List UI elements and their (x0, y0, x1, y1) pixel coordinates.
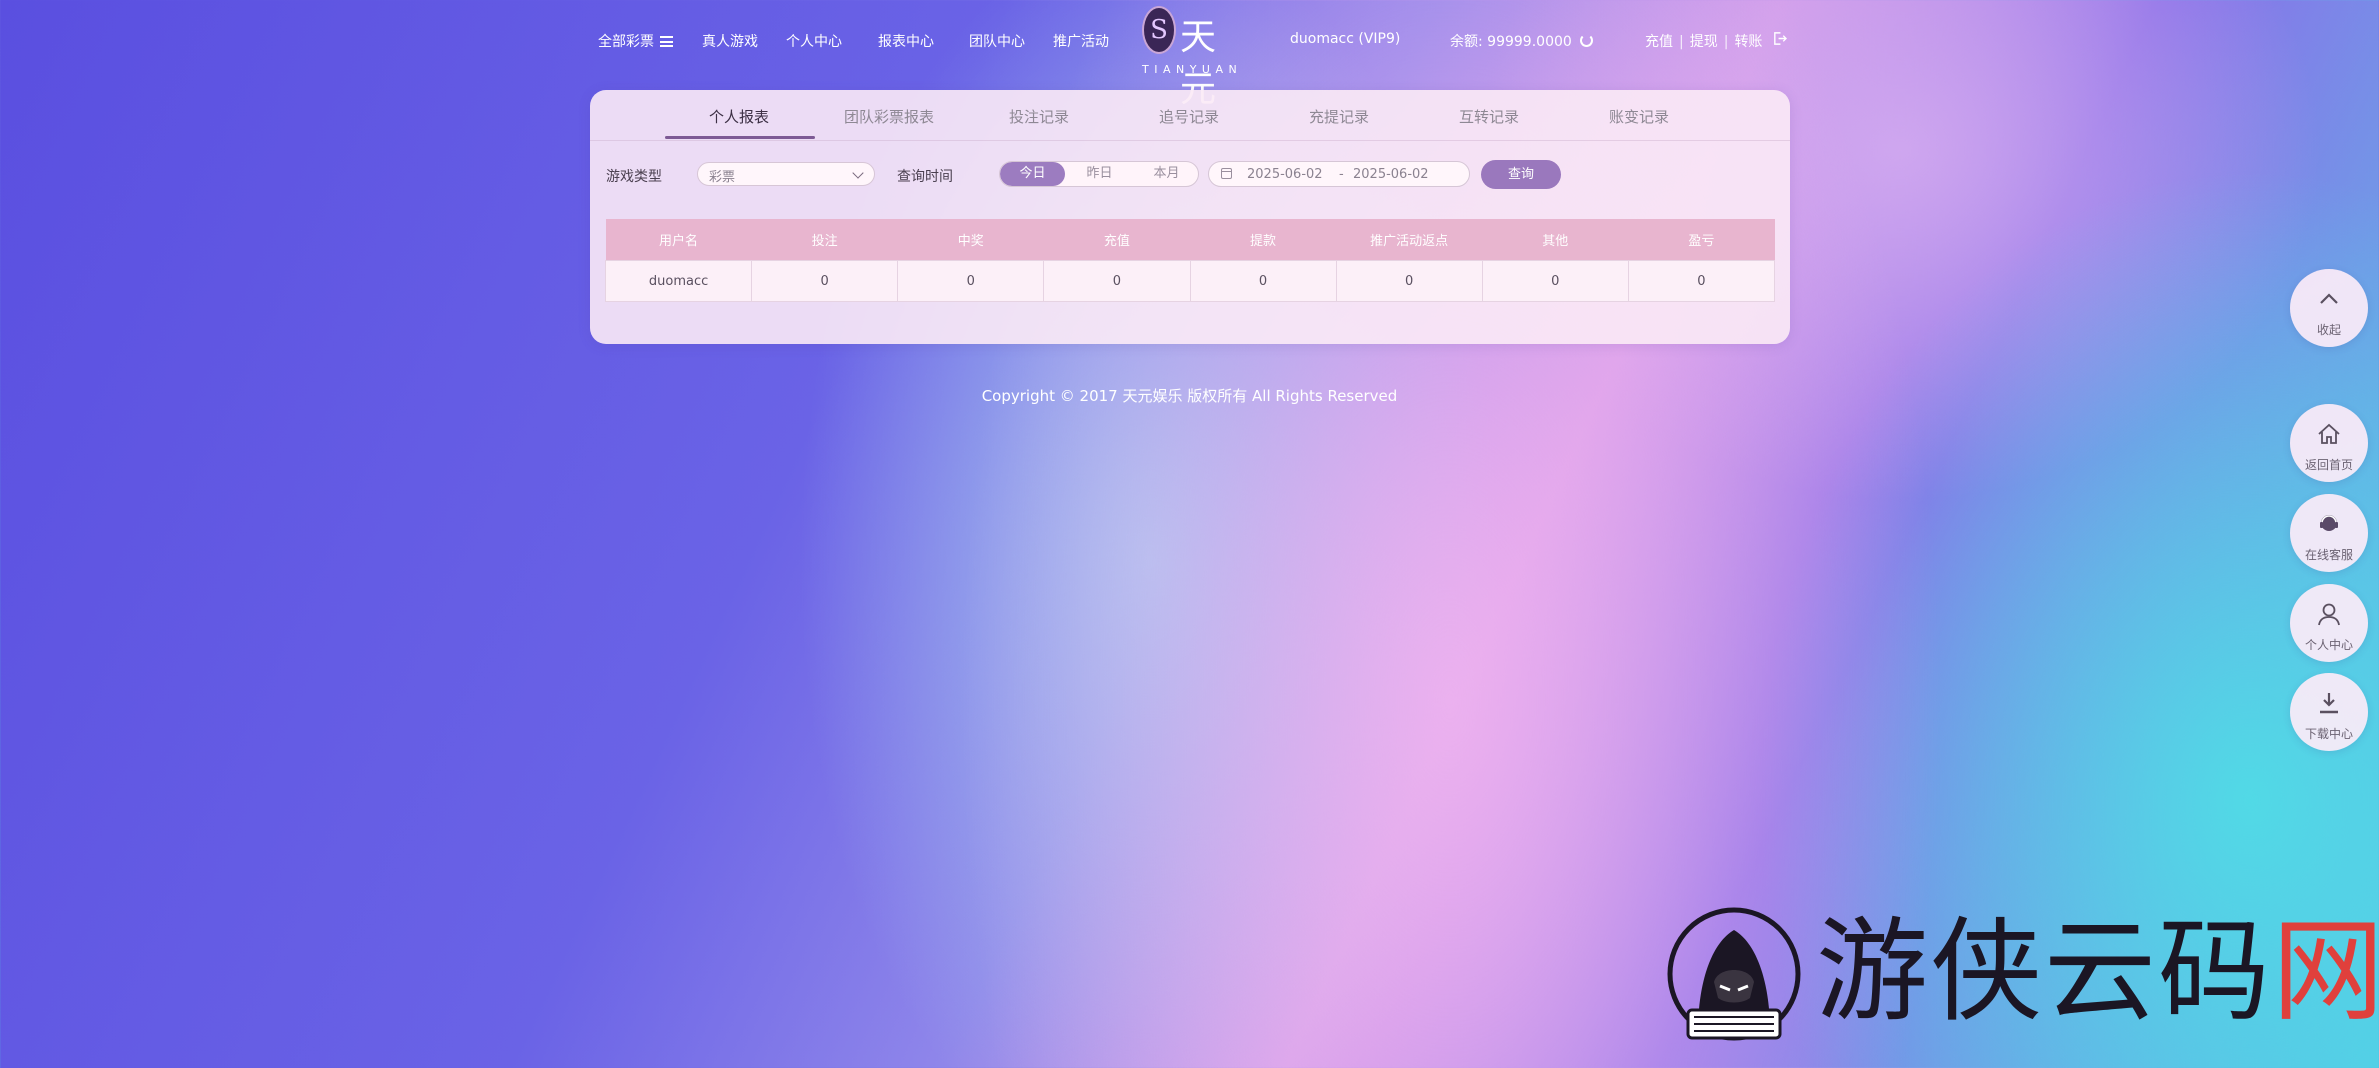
date-range-toggle: 今日 昨日 本月 (999, 161, 1199, 187)
tab-personal-report[interactable]: 个人报表 (709, 106, 769, 127)
report-table: 用户名 投注 中奖 充值 提款 推广活动返点 其他 盈亏 duomacc 0 0… (604, 219, 1776, 302)
account-links: 充值 | 提现 | 转账 (1645, 31, 1762, 51)
download-icon (2320, 693, 2338, 714)
download-center-label: 下载中心 (2304, 727, 2353, 741)
col-withdraw: 提款 (1190, 219, 1337, 261)
logout-icon[interactable] (1772, 31, 1787, 46)
range-today-button[interactable]: 今日 (1000, 162, 1065, 186)
cell-promo-rebate: 0 (1335, 260, 1483, 302)
logo-emblem: S (1142, 6, 1176, 54)
report-panel: 个人报表 团队彩票报表 投注记录 追号记录 充提记录 互转记录 账变记录 游戏类… (590, 90, 1790, 344)
nav-all-lottery-label: 全部彩票 (598, 34, 654, 50)
col-recharge: 充值 (1043, 219, 1190, 261)
watermark: 游侠云码网 (1658, 906, 2379, 1046)
col-other: 其他 (1482, 219, 1629, 261)
copyright-text: Copyright © 2017 天元娱乐 版权所有 All Rights Re… (981, 387, 1398, 405)
home-button[interactable]: 返回首页 (2290, 404, 2368, 482)
tab-account-change-records[interactable]: 账变记录 (1609, 106, 1669, 127)
tab-team-lottery-report[interactable]: 团队彩票报表 (844, 106, 934, 127)
username-vip[interactable]: duomacc (VIP9) (1290, 31, 1400, 47)
transfer-link[interactable]: 转账 (1734, 34, 1762, 50)
home-label: 返回首页 (2304, 458, 2353, 472)
user-icon (2318, 603, 2340, 626)
cell-withdraw: 0 (1189, 260, 1337, 302)
collapse-button[interactable]: 收起 (2290, 269, 2368, 347)
col-bet: 投注 (751, 219, 898, 261)
logo-en-text: TIANYUAN (1142, 63, 1243, 76)
nav-live-games[interactable]: 真人游戏 (702, 31, 758, 51)
tab-deposit-withdraw-records[interactable]: 充提记录 (1309, 106, 1369, 127)
date-from[interactable]: 2025-06-02 (1247, 167, 1323, 182)
menu-icon (660, 36, 673, 47)
cell-profit-loss: 0 (1627, 260, 1776, 302)
cell-win: 0 (897, 260, 1045, 302)
query-time-label: 查询时间 (897, 169, 953, 185)
chevron-up-icon (2320, 293, 2338, 304)
download-center-button[interactable]: 下载中心 (2290, 673, 2368, 751)
cell-username: duomacc (604, 260, 753, 302)
game-type-label: 游戏类型 (606, 169, 662, 185)
nav-all-lottery[interactable]: 全部彩票 (598, 31, 673, 51)
collapse-label: 收起 (2316, 323, 2341, 337)
customer-service-button[interactable]: 在线客服 (2290, 494, 2368, 572)
tab-bet-records[interactable]: 投注记录 (1009, 106, 1069, 127)
col-win: 中奖 (897, 219, 1044, 261)
balance-value: 99999.0000 (1487, 34, 1572, 50)
cell-other: 0 (1481, 260, 1629, 302)
watermark-text: 游侠云码网 (1816, 912, 2379, 1032)
top-header: 全部彩票 真人游戏 个人中心 报表中心 团队中心 推广活动 S 天元 TIANY… (0, 0, 2379, 110)
refresh-icon[interactable] (1579, 34, 1593, 47)
col-username: 用户名 (605, 219, 752, 261)
link-separator: | (1723, 34, 1729, 50)
personal-center-label: 个人中心 (2304, 638, 2353, 652)
withdraw-link[interactable]: 提现 (1690, 34, 1718, 50)
hooded-hacker-logo (1667, 907, 1801, 1041)
customer-service-label: 在线客服 (2304, 548, 2353, 562)
table-row: duomacc 0 0 0 0 0 0 0 (604, 260, 1776, 302)
nav-personal-center[interactable]: 个人中心 (786, 31, 842, 51)
table-header-row: 用户名 投注 中奖 充值 提款 推广活动返点 其他 盈亏 (605, 219, 1775, 261)
link-separator: | (1679, 34, 1684, 50)
date-range-input[interactable]: 2025-06-02 - 2025-06-02 (1208, 161, 1470, 187)
tab-chase-records[interactable]: 追号记录 (1159, 106, 1219, 127)
personal-center-button[interactable]: 个人中心 (2290, 584, 2368, 662)
tab-transfer-records[interactable]: 互转记录 (1459, 106, 1519, 127)
chevron-down-icon (852, 167, 864, 179)
cell-recharge: 0 (1043, 260, 1191, 302)
range-yesterday-button[interactable]: 昨日 (1067, 162, 1132, 186)
home-icon (2318, 423, 2340, 444)
nav-team-center[interactable]: 团队中心 (969, 31, 1025, 51)
calendar-icon (1221, 168, 1232, 179)
nav-report-center[interactable]: 报表中心 (878, 31, 934, 51)
report-tabs: 个人报表 团队彩票报表 投注记录 追号记录 充提记录 互转记录 账变记录 (590, 90, 1790, 141)
headset-icon (2320, 515, 2338, 531)
col-promo-rebate: 推广活动返点 (1336, 219, 1483, 261)
nav-promotions[interactable]: 推广活动 (1053, 31, 1109, 51)
date-to[interactable]: 2025-06-02 (1353, 167, 1429, 182)
game-type-select[interactable]: 彩票 (697, 162, 875, 186)
query-button[interactable]: 查询 (1481, 160, 1561, 189)
range-this-month-button[interactable]: 本月 (1134, 162, 1198, 186)
balance: 余额: 99999.0000 (1450, 31, 1593, 51)
watermark-last-char: 网 (2272, 907, 2379, 1037)
cell-bet: 0 (751, 260, 899, 302)
site-logo[interactable]: S 天元 TIANYUAN (1140, 2, 1243, 110)
col-profit-loss: 盈亏 (1628, 219, 1775, 261)
balance-label: 余额: (1450, 34, 1483, 50)
date-separator: - (1339, 167, 1344, 182)
watermark-main-text: 游侠云码 (1816, 907, 2272, 1037)
active-tab-indicator (665, 136, 815, 139)
recharge-link[interactable]: 充值 (1645, 34, 1673, 50)
game-type-value: 彩票 (709, 170, 736, 185)
